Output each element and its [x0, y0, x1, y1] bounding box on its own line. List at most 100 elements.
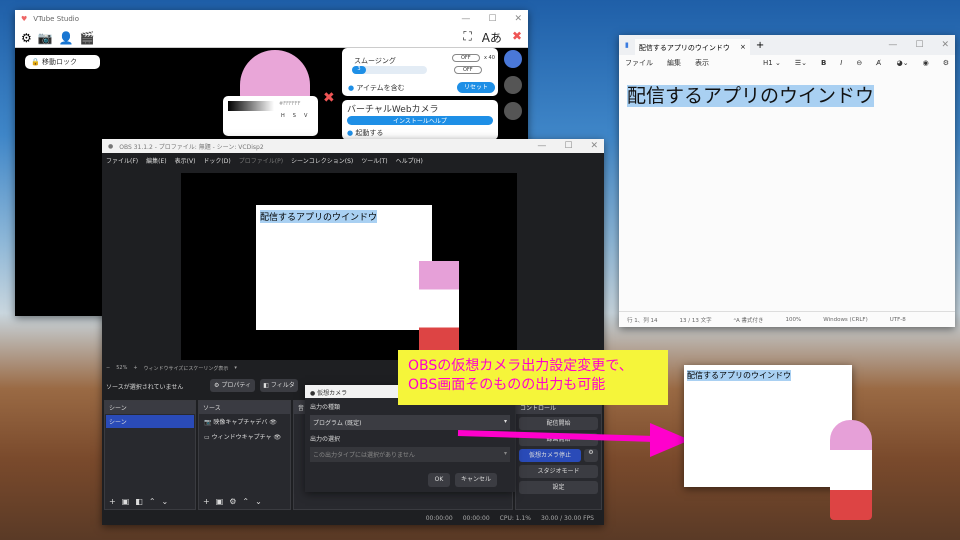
user-icon[interactable]: 👤 [59, 31, 74, 45]
window-title: VTube Studio [33, 15, 79, 23]
heading-value: H1 [763, 59, 773, 67]
heading-select[interactable]: H1 ⌄ [763, 59, 781, 67]
camera-icon[interactable]: 📷 [38, 31, 53, 45]
char-count: 13 / 13 文字 [679, 317, 712, 324]
zoom-in-button[interactable]: + [133, 365, 137, 372]
minimize-button[interactable]: — [461, 14, 470, 24]
stream-time: 00:00:00 [425, 514, 453, 522]
annotation-callout: OBSの仮想カメラ出力設定変更で、 OBS画面そのものの出力も可能 [398, 350, 668, 405]
maximize-button[interactable]: ☐ [915, 40, 923, 50]
menu-file[interactable]: ファイル [625, 58, 653, 68]
off-toggle-2[interactable]: OFF [454, 66, 482, 74]
avatar-model [830, 420, 872, 520]
settings-gear-icon[interactable]: ⚙ [943, 59, 949, 67]
exit-icon[interactable]: ✖ [512, 29, 522, 46]
menu-file[interactable]: ファイル(F) [106, 156, 138, 165]
move-lock-button[interactable]: 🔒 移動ロック [25, 55, 100, 69]
record-time: 00:00:00 [462, 514, 490, 522]
studio-mode-button[interactable]: スタジオモード [519, 465, 598, 478]
menu-help[interactable]: ヘルプ(H) [396, 156, 423, 165]
minimize-button[interactable]: — [888, 40, 897, 50]
start-toggle[interactable]: ● 起動する [347, 128, 383, 138]
properties-label: プロパティ [221, 382, 251, 389]
account-icon[interactable]: ◉ [923, 59, 929, 67]
menu-profile[interactable]: プロファイル(P) [239, 156, 283, 165]
menu-view[interactable]: 表示 [695, 58, 709, 68]
tab-document[interactable]: 配信するアプリのウインドウ × [634, 39, 750, 55]
minimize-button[interactable]: — [537, 141, 546, 151]
new-tab-button[interactable]: + [756, 40, 764, 51]
close-button[interactable]: ✕ [941, 40, 949, 50]
editor-content: 配信するアプリのウインドウ [627, 85, 875, 107]
scene-toolbar[interactable]: +▣◧⌃⌄ [109, 497, 174, 506]
smoothing-slider[interactable]: 3 [352, 66, 427, 74]
menu-edit[interactable]: 編集 [667, 58, 681, 68]
source-toolbar[interactable]: +▣⚙⌃⌄ [203, 497, 268, 506]
clapper-icon[interactable]: 🎬 [80, 31, 95, 45]
cancel-button[interactable]: キャンセル [455, 473, 497, 487]
output-select-value: この出力タイプには選択がありません [313, 452, 415, 459]
menu-scene-collection[interactable]: シーンコレクション(S) [291, 156, 353, 165]
settings-button[interactable]: 設定 [519, 481, 598, 494]
scene-item[interactable]: シーン [106, 415, 194, 428]
source-item[interactable]: 📷 映像キャプチャデバ 👁 [199, 414, 290, 429]
italic-icon[interactable]: I [840, 59, 842, 67]
tab-bar: ▮ 配信するアプリのウインドウ × + — ☐ ✕ [619, 35, 955, 55]
side-button[interactable] [504, 102, 522, 120]
zoom-out-button[interactable]: − [106, 365, 110, 372]
properties-button[interactable]: ⚙ プロパティ [210, 379, 255, 392]
format-label: 書式付き [741, 317, 764, 324]
hex-input[interactable]: #FFFFFF [279, 101, 300, 107]
fps: 30.00 / 30.00 FPS [541, 514, 594, 522]
include-items-label: アイテムを含む [356, 84, 405, 92]
no-source-label: ソースが選択されていません [106, 384, 184, 391]
status-bar: 行 1、列 14 13 / 13 文字 ᴬA 書式付き 100% Windows (CR… [619, 311, 955, 327]
encoding: UTF-8 [889, 316, 906, 323]
menu-edit[interactable]: 編集(E) [146, 156, 166, 165]
list-icon[interactable]: ☰⌄ [795, 59, 807, 67]
fullscreen-icon[interactable]: ⛶ [463, 29, 471, 46]
link-icon[interactable]: ⊖ [856, 59, 862, 67]
include-items-toggle[interactable]: ● アイテムを含む [348, 83, 405, 93]
maximize-button[interactable]: ☐ [488, 14, 496, 24]
avatar-model [419, 261, 459, 356]
cursor-position: 行 1、列 14 [627, 317, 658, 324]
close-button[interactable]: ✕ [590, 141, 598, 151]
start-label: 起動する [355, 129, 384, 137]
ok-button[interactable]: OK [428, 473, 450, 487]
gear-icon[interactable]: ⚙ [21, 31, 32, 45]
editor[interactable]: 配信するアプリのウインドウ [619, 71, 955, 118]
off-toggle[interactable]: OFF [452, 54, 480, 62]
filters-label: フィルタ [270, 382, 295, 389]
smoothing-value: 3 [352, 66, 366, 74]
side-button[interactable] [504, 76, 522, 94]
copilot-icon[interactable]: ◕⌄ [897, 59, 909, 67]
bold-icon[interactable]: B [821, 59, 826, 67]
filters-button[interactable]: ◧ フィルタ [260, 379, 298, 392]
menu-docks[interactable]: ドック(D) [203, 156, 230, 165]
format-toggle[interactable]: ᴬA 書式付き [734, 316, 764, 324]
status-bar: 00:00:00 00:00:00 CPU: 1.1% 30.00 / 30.00 F… [102, 511, 604, 525]
maximize-button[interactable]: ☐ [564, 141, 572, 151]
close-button[interactable]: ✕ [514, 14, 522, 24]
source-item[interactable]: ▭ ウィンドウキャプチャ 👁 [199, 429, 290, 444]
virtual-webcam-panel: バーチャルWebカメラ インストールヘルプ ● 起動する [342, 100, 498, 140]
menu-tools[interactable]: ツール(T) [361, 156, 387, 165]
color-gradient[interactable] [228, 101, 274, 111]
close-tab-icon[interactable]: × [740, 43, 746, 51]
close-icon[interactable]: ✖ [323, 90, 335, 106]
sources-dock: ソース 📷 映像キャプチャデバ 👁 ▭ ウィンドウキャプチャ 👁 +▣⚙⌃⌄ [198, 400, 291, 510]
scale-mode-select[interactable]: ウィンドウサイズにスケーリング表示 [144, 365, 229, 372]
menu-view[interactable]: 表示(V) [175, 156, 196, 165]
clear-format-icon[interactable]: A̸ [876, 59, 881, 67]
arrow-up-icon[interactable] [504, 50, 522, 68]
install-help-button[interactable]: インストールヘルプ [347, 116, 493, 125]
preview-canvas[interactable]: 配信するアプリのウインドウ [181, 173, 517, 360]
color-picker[interactable]: #FFFFFF H S V [223, 96, 318, 136]
lock-icon: 🔒 [31, 58, 40, 66]
translate-icon[interactable]: Aあ [482, 29, 502, 46]
menu-bar: ファイル(F) 編集(E) 表示(V) ドック(D) プロファイル(P) シーンコレクショ… [102, 153, 604, 168]
reset-button[interactable]: リセット [457, 82, 495, 93]
tab-label: 配信するアプリのウインドウ [638, 44, 730, 52]
scenes-dock: シーン シーン +▣◧⌃⌄ [104, 400, 196, 510]
